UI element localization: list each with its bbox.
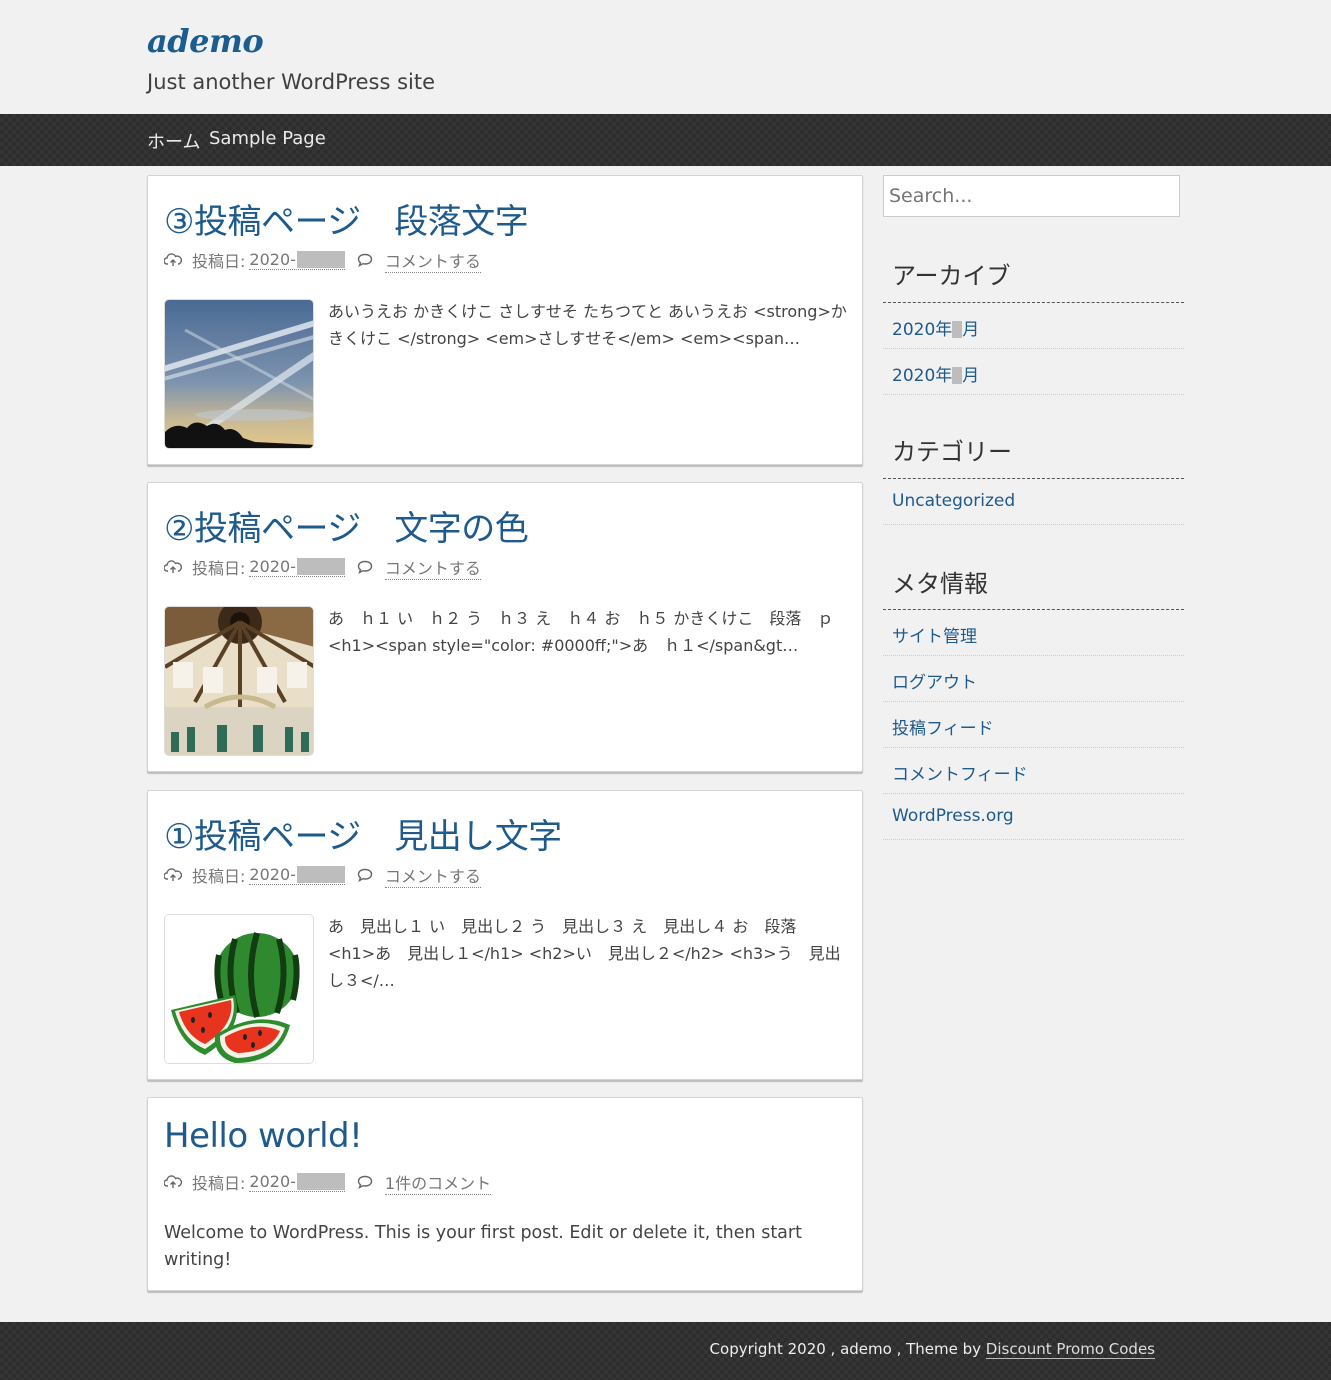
post-excerpt: あ 見出し１ い 見出し２ う 見出し３ え 見出し４ お 段落 <h1>あ 見… (328, 917, 841, 990)
meta-link-comments-feed[interactable]: コメントフィード (883, 748, 1184, 794)
category-link-uncategorized[interactable]: Uncategorized (883, 479, 1184, 525)
post-card: ②投稿ページ 文字の色 投稿日: 2020- コメントする あ ｈ１ い ｈ２ … (147, 482, 863, 772)
post-date-link[interactable]: 2020- (249, 1172, 345, 1192)
post-card: ③投稿ページ 段落文字 投稿日: 2020- コメントする あいうえお かきくけ… (147, 175, 863, 465)
post-date-link[interactable]: 2020- (249, 865, 345, 885)
date-text: 2020- (249, 865, 296, 884)
archives-widget-title: アーカイブ (892, 262, 1011, 290)
site-footer: Copyright 2020 , ademo , Theme by Discou… (0, 1322, 1331, 1380)
site-title[interactable]: ademo (147, 22, 264, 60)
archive-link[interactable]: 2020年月 (883, 349, 1184, 395)
comment-bubble-icon (357, 1175, 373, 1189)
meta-link-logout[interactable]: ログアウト (883, 656, 1184, 702)
archive-link-suffix: 月 (962, 320, 980, 340)
meta-widget-title: メタ情報 (892, 570, 988, 598)
footer-copyright: Copyright 2020 , ademo , Theme by Discou… (709, 1340, 1155, 1359)
dome-image (165, 607, 313, 755)
post-title[interactable]: Hello world! (164, 1116, 363, 1156)
date-text: 2020- (249, 1172, 296, 1191)
watermelon-image (165, 915, 313, 1063)
post-excerpt: Welcome to WordPress. This is your first… (164, 1223, 802, 1270)
site-tagline: Just another WordPress site (147, 70, 436, 94)
post-card: ①投稿ページ 見出し文字 投稿日: 2020- コメントする あ 見出し１ い … (147, 790, 863, 1080)
comment-bubble-icon (357, 253, 373, 267)
redacted-date (296, 558, 345, 575)
redacted-date (296, 866, 345, 883)
post-excerpt: あ ｈ１ い ｈ２ う ｈ３ え ｈ４ お ｈ５ かきくけこ 段落 ｐ <h1>… (328, 609, 834, 655)
footer-theme-link[interactable]: Discount Promo Codes (985, 1340, 1155, 1359)
post-thumbnail-sky[interactable] (164, 299, 314, 449)
nav-item-home[interactable]: ホーム (147, 128, 200, 154)
comment-link[interactable]: コメントする (384, 248, 481, 273)
site-header: ademo Just another WordPress site (0, 0, 1331, 114)
post-meta: 投稿日: 2020- コメントする (164, 863, 481, 888)
archive-link-prefix: 2020年 (892, 320, 953, 340)
archive-link-prefix: 2020年 (892, 366, 953, 386)
date-text: 2020- (249, 557, 296, 576)
post-card: Hello world! 投稿日: 2020- 1件のコメント Welcome … (147, 1097, 863, 1291)
date-label: 投稿日: (192, 867, 246, 886)
comment-link[interactable]: 1件のコメント (384, 1170, 492, 1195)
redacted-month (952, 367, 963, 384)
date-label: 投稿日: (192, 252, 246, 271)
post-meta: 投稿日: 2020- コメントする (164, 555, 481, 580)
nav-item-sample-page[interactable]: Sample Page (209, 128, 326, 149)
cloud-upload-icon (164, 1175, 182, 1188)
date-label: 投稿日: (192, 559, 246, 578)
main-nav: ホーム Sample Page (0, 114, 1331, 166)
post-date-link[interactable]: 2020- (249, 250, 345, 270)
post-thumbnail-watermelon[interactable] (164, 914, 314, 1064)
comment-bubble-icon (357, 560, 373, 574)
post-date-link[interactable]: 2020- (249, 557, 345, 577)
post-thumbnail-dome[interactable] (164, 606, 314, 756)
post-title[interactable]: ①投稿ページ 見出し文字 (164, 809, 562, 858)
comment-link[interactable]: コメントする (384, 863, 481, 888)
footer-copyright-text: Copyright 2020 , ademo , Theme by (709, 1340, 986, 1358)
post-title[interactable]: ③投稿ページ 段落文字 (164, 194, 529, 243)
cloud-upload-icon (164, 560, 182, 573)
search-input[interactable] (883, 175, 1180, 217)
post-meta: 投稿日: 2020- 1件のコメント (164, 1170, 492, 1195)
categories-widget-title: カテゴリー (892, 438, 1012, 466)
meta-link-site-admin[interactable]: サイト管理 (883, 610, 1184, 656)
date-text: 2020- (249, 250, 296, 269)
cloud-upload-icon (164, 253, 182, 266)
archive-link-suffix: 月 (962, 366, 980, 386)
post-title[interactable]: ②投稿ページ 文字の色 (164, 501, 529, 550)
cloud-upload-icon (164, 868, 182, 881)
meta-link-wordpress-org[interactable]: WordPress.org (883, 794, 1184, 840)
comment-bubble-icon (357, 868, 373, 882)
redacted-date (296, 1173, 345, 1190)
date-label: 投稿日: (192, 1174, 246, 1193)
sky-image (165, 300, 313, 448)
redacted-month (952, 321, 963, 338)
post-meta: 投稿日: 2020- コメントする (164, 248, 481, 273)
comment-link[interactable]: コメントする (384, 555, 481, 580)
archive-link[interactable]: 2020年月 (883, 303, 1184, 349)
redacted-date (296, 251, 345, 268)
post-excerpt: あいうえお かきくけこ さしすせそ たちつてと あいうえお <strong>かき… (328, 302, 847, 348)
meta-link-entries-feed[interactable]: 投稿フィード (883, 702, 1184, 748)
